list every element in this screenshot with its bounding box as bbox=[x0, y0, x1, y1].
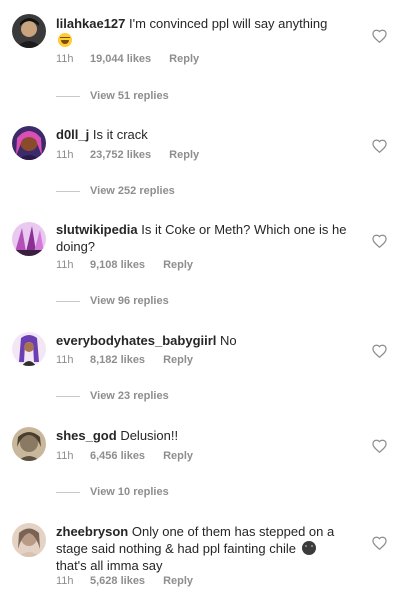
comment-username[interactable]: d0ll_j bbox=[56, 127, 89, 142]
comment-time: 11h bbox=[56, 53, 74, 65]
avatar[interactable] bbox=[12, 126, 46, 160]
heart-outline-icon[interactable] bbox=[372, 29, 387, 43]
view-replies-button[interactable]: View 96 replies bbox=[56, 295, 169, 307]
comment-likes[interactable]: 9,108 likes bbox=[90, 259, 145, 271]
comment-meta: 11h 6,456 likes Reply bbox=[56, 450, 193, 462]
heart-outline-icon[interactable] bbox=[372, 234, 387, 248]
comment-likes[interactable]: 6,456 likes bbox=[90, 450, 145, 462]
heart-outline-icon[interactable] bbox=[372, 536, 387, 550]
comment-username[interactable]: slutwikipedia bbox=[56, 222, 138, 237]
comment-likes[interactable]: 5,628 likes bbox=[90, 575, 145, 587]
view-replies-label: View 23 replies bbox=[90, 390, 169, 402]
avatar[interactable] bbox=[12, 523, 46, 557]
comment-username[interactable]: shes_god bbox=[56, 428, 117, 443]
comment-text: slutwikipedia Is it Coke or Meth? Which … bbox=[56, 221, 356, 255]
view-replies-label: View 51 replies bbox=[90, 90, 169, 102]
reply-button[interactable]: Reply bbox=[163, 259, 193, 271]
view-replies-label: View 96 replies bbox=[90, 295, 169, 307]
comment-body: No bbox=[220, 333, 237, 348]
comment-likes[interactable]: 8,182 likes bbox=[90, 354, 145, 366]
avatar[interactable] bbox=[12, 332, 46, 366]
comment-body-continued: that's all imma say bbox=[56, 558, 163, 573]
comment-text: lilahkae127 I'm convinced ppl will say a… bbox=[56, 15, 356, 49]
replies-divider bbox=[56, 395, 80, 397]
comment-meta: 11h 8,182 likes Reply bbox=[56, 354, 193, 366]
view-replies-button[interactable]: View 51 replies bbox=[56, 90, 169, 102]
avatar[interactable] bbox=[12, 427, 46, 461]
replies-divider bbox=[56, 300, 80, 302]
replies-divider bbox=[56, 491, 80, 493]
comment-meta: 11h 19,044 likes Reply bbox=[56, 53, 199, 65]
comment-text: everybodyhates_babygiirl No bbox=[56, 332, 356, 349]
comment-body: Delusion!! bbox=[120, 428, 179, 443]
avatar[interactable] bbox=[12, 222, 46, 256]
heart-outline-icon[interactable] bbox=[372, 139, 387, 153]
avatar[interactable] bbox=[12, 14, 46, 48]
reply-button[interactable]: Reply bbox=[163, 575, 193, 587]
view-replies-label: View 10 replies bbox=[90, 486, 169, 498]
comment-text: d0ll_j Is it crack bbox=[56, 126, 356, 143]
comment-likes[interactable]: 19,044 likes bbox=[90, 53, 151, 65]
replies-divider bbox=[56, 95, 80, 97]
comment-meta: 11h 9,108 likes Reply bbox=[56, 259, 193, 271]
comment-body: Is it crack bbox=[92, 127, 148, 142]
view-replies-button[interactable]: View 252 replies bbox=[56, 185, 175, 197]
comment-username[interactable]: lilahkae127 bbox=[56, 16, 125, 31]
comment-body: I'm convinced ppl will say anything bbox=[129, 16, 328, 31]
heart-outline-icon[interactable] bbox=[372, 439, 387, 453]
view-replies-button[interactable]: View 23 replies bbox=[56, 390, 169, 402]
comment-time: 11h bbox=[56, 259, 74, 271]
replies-divider bbox=[56, 190, 80, 192]
comment-time: 11h bbox=[56, 149, 74, 161]
face-with-tears-of-joy-icon bbox=[58, 33, 72, 47]
comment-username[interactable]: everybodyhates_babygiirl bbox=[56, 333, 216, 348]
view-replies-button[interactable]: View 10 replies bbox=[56, 486, 169, 498]
comment-meta: 11h 23,752 likes Reply bbox=[56, 149, 199, 161]
comment-likes[interactable]: 23,752 likes bbox=[90, 149, 151, 161]
reply-button[interactable]: Reply bbox=[163, 450, 193, 462]
view-replies-label: View 252 replies bbox=[90, 185, 175, 197]
reply-button[interactable]: Reply bbox=[163, 354, 193, 366]
reply-button[interactable]: Reply bbox=[169, 53, 199, 65]
comment-time: 11h bbox=[56, 354, 74, 366]
heart-outline-icon[interactable] bbox=[372, 344, 387, 358]
comment-meta: 11h 5,628 likes Reply bbox=[56, 575, 193, 587]
dark-face-icon bbox=[301, 541, 316, 555]
comment-text: zheebryson Only one of them has stepped … bbox=[56, 523, 356, 574]
reply-button[interactable]: Reply bbox=[169, 149, 199, 161]
comment-text: shes_god Delusion!! bbox=[56, 427, 356, 444]
comment-username[interactable]: zheebryson bbox=[56, 524, 128, 539]
comment-time: 11h bbox=[56, 450, 74, 462]
comment-time: 11h bbox=[56, 575, 74, 587]
